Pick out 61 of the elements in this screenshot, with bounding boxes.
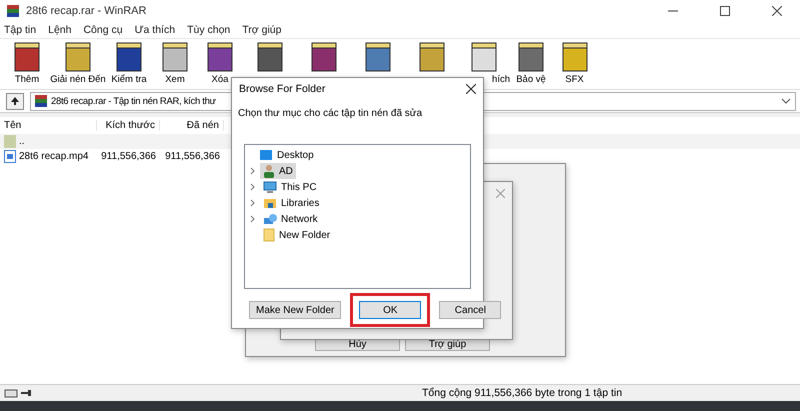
dialog-button[interactable]: OK xyxy=(359,301,422,319)
menu-item[interactable]: Tùy chọn xyxy=(187,24,230,36)
archive-icon xyxy=(6,4,20,18)
desktop-icon xyxy=(259,149,273,161)
toolbar-button[interactable]: Giải nén Đến xyxy=(50,39,106,89)
dialog-button[interactable]: Cancel xyxy=(439,301,502,319)
close-icon xyxy=(772,6,782,16)
dialog-button[interactable]: Make New Folder xyxy=(249,301,342,319)
menu-item[interactable]: Trợ giúp xyxy=(242,24,282,36)
tree-item[interactable]: New Folder xyxy=(249,227,334,243)
package-icon xyxy=(362,42,392,72)
toolbar-button[interactable]: Thêm xyxy=(4,39,50,89)
package-icon xyxy=(469,42,499,72)
user-icon xyxy=(263,164,275,178)
menu-item[interactable]: Lệnh xyxy=(48,24,72,36)
package-icon xyxy=(63,42,93,72)
drive-icon xyxy=(4,388,18,398)
package-icon xyxy=(254,42,284,72)
status-text: Tổng cộng 911,556,366 byte trong 1 tập tin xyxy=(422,387,622,399)
folder-icon xyxy=(263,197,277,209)
toolbar-button[interactable]: Xem xyxy=(152,39,198,89)
minimize-icon xyxy=(668,10,678,12)
tree-item[interactable]: Network xyxy=(249,211,321,227)
monitor-icon xyxy=(263,180,277,194)
up-arrow-icon xyxy=(10,96,20,106)
file-name-cell: 28t6 recap.mp4 xyxy=(0,150,97,163)
package-icon xyxy=(308,42,338,72)
column-header[interactable]: Kích thước xyxy=(97,120,160,131)
tree-item[interactable]: This PC xyxy=(249,179,320,195)
package-icon xyxy=(114,42,144,72)
size-cell-text: 911,556,366 xyxy=(100,151,157,162)
package-icon xyxy=(516,42,546,72)
toolbar-button[interactable]: Bảo vệ xyxy=(510,39,552,89)
key-icon xyxy=(20,388,32,398)
window-title: 28t6 recap.rar - WinRAR xyxy=(26,5,148,17)
package-icon xyxy=(12,42,42,72)
toolbar-button[interactable]: SFX xyxy=(552,39,597,89)
dropdown-icon[interactable] xyxy=(781,97,791,105)
tree-item[interactable]: Desktop xyxy=(245,147,317,163)
package-icon xyxy=(205,42,235,72)
column-header[interactable]: Đã nén xyxy=(160,120,224,131)
folder-icon xyxy=(4,135,16,148)
packed-cell-text: 911,556,366 xyxy=(164,151,221,162)
file-name-cell: .. xyxy=(0,135,97,148)
maximize-icon xyxy=(720,6,730,16)
tree-item[interactable]: Libraries xyxy=(249,195,322,211)
toolbar-button[interactable]: hích xyxy=(458,39,510,89)
close-icon[interactable] xyxy=(466,84,476,94)
column-header[interactable]: Tên xyxy=(0,120,97,131)
menu-item[interactable]: Tập tin xyxy=(4,24,36,36)
package-icon xyxy=(416,42,446,72)
up-button[interactable] xyxy=(6,92,24,110)
network-icon xyxy=(263,213,277,225)
menu-item[interactable]: Ưa thích xyxy=(134,24,176,36)
archive-icon xyxy=(34,94,48,108)
dialog-prompt: Chọn thư mục cho các tập tin nén đã sửa xyxy=(238,108,422,119)
toolbar-button[interactable]: Kiểm tra xyxy=(106,39,152,89)
package-icon xyxy=(560,42,590,72)
folder-icon xyxy=(263,228,275,242)
package-icon xyxy=(160,42,190,72)
menu-item[interactable]: Công cụ xyxy=(83,24,123,36)
